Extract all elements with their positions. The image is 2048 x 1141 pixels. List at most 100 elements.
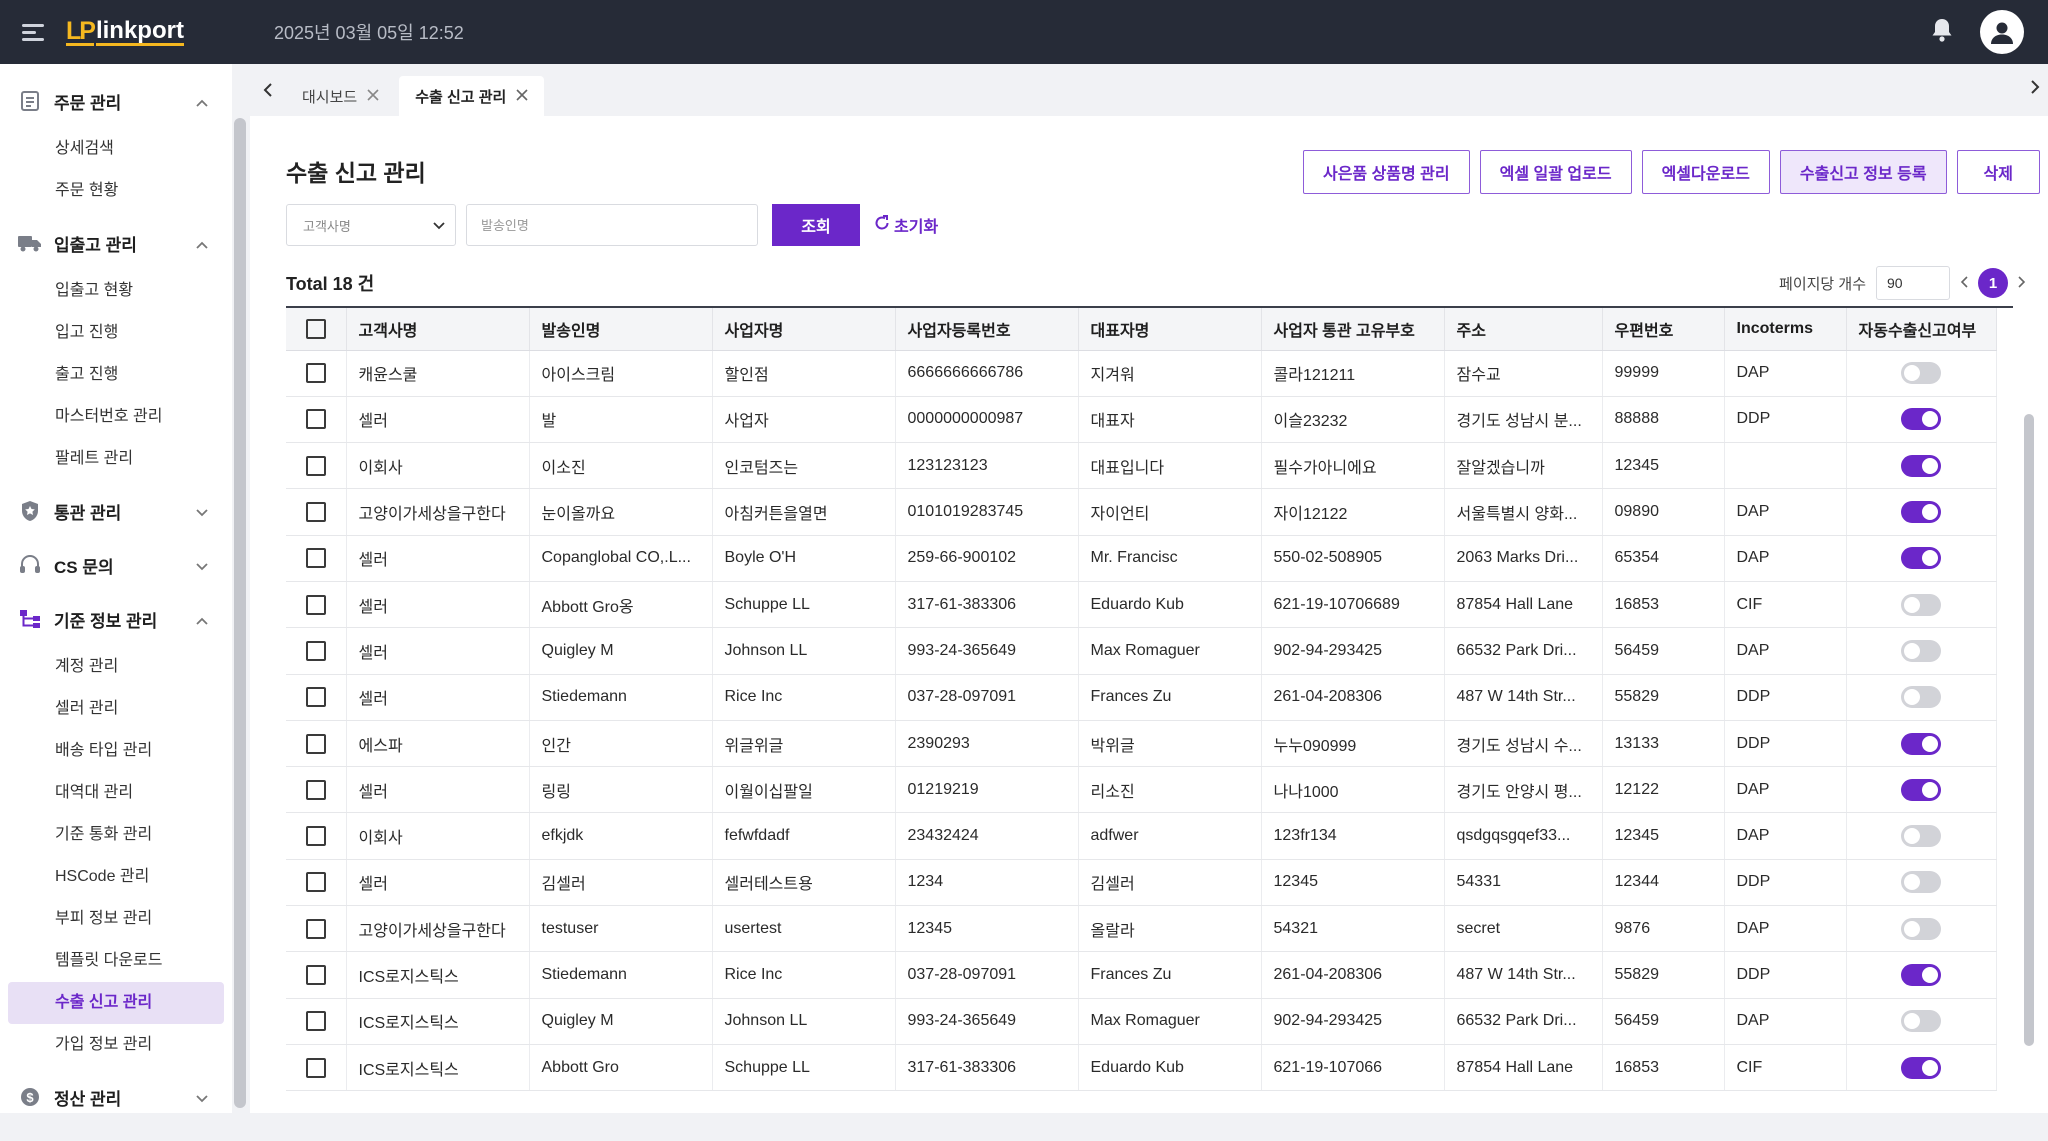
excel-upload-button[interactable]: 엑셀 일괄 업로드 <box>1479 150 1632 194</box>
auto-export-toggle[interactable] <box>1901 732 1941 755</box>
row-checkbox[interactable] <box>305 1057 326 1078</box>
sidebar-item-outbound[interactable]: 출고 진행 <box>0 354 232 396</box>
customer-select[interactable]: 고객사명 <box>286 204 456 246</box>
sender-input[interactable] <box>466 204 758 246</box>
sidebar-item-pallet[interactable]: 팔레트 관리 <box>0 438 232 480</box>
tab-dashboard[interactable]: 대시보드 <box>286 76 395 116</box>
table-row[interactable]: 에스파 인간 위글위글 2390293 박위글 누누090999 경기도 성남시 수... 1… <box>286 720 1997 768</box>
row-checkbox[interactable] <box>305 687 326 708</box>
sidebar-item-band[interactable]: 대역대 관리 <box>0 772 232 814</box>
row-checkbox[interactable] <box>305 872 326 893</box>
page-number-button[interactable]: 1 <box>1978 268 2008 298</box>
sidebar-item-export-declaration[interactable]: 수출 신고 관리 <box>8 982 224 1024</box>
bell-icon[interactable] <box>1930 17 1954 48</box>
row-checkbox[interactable] <box>305 363 326 384</box>
sidebar-group-settlement[interactable]: $ 정산 관리 <box>0 1070 232 1113</box>
table-row[interactable]: 셀러 Copanglobal CO,.L... Boyle O'H 259-66-90… <box>286 535 1997 582</box>
sidebar-item-inout-status[interactable]: 입출고 현황 <box>0 270 232 312</box>
auto-export-toggle[interactable] <box>1901 639 1941 662</box>
auto-export-toggle[interactable] <box>1901 408 1941 431</box>
sidebar-item-signup-info[interactable]: 가입 정보 관리 <box>0 1024 232 1066</box>
sidebar-group-customs[interactable]: 통관 관리 <box>0 484 232 538</box>
reset-button[interactable]: 초기화 <box>874 213 938 237</box>
excel-download-button[interactable]: 엑셀다운로드 <box>1641 150 1770 194</box>
sidebar-group-order[interactable]: 주문 관리 <box>0 74 232 128</box>
sidebar-group-master-data[interactable]: 기준 정보 관리 <box>0 592 232 646</box>
column-header[interactable]: 자동수출신고여부 <box>1846 308 1997 351</box>
auto-export-toggle[interactable] <box>1901 362 1941 385</box>
logo[interactable]: LP linkport <box>66 12 184 52</box>
avatar[interactable] <box>1980 10 2024 54</box>
row-checkbox[interactable] <box>305 918 326 939</box>
table-row[interactable]: 고양이가세상을구한다 testuser usertest 12345 올랄라 54321 s… <box>286 905 1997 953</box>
sidebar-item-account[interactable]: 계정 관리 <box>0 646 232 688</box>
table-row[interactable]: ICS로지스틱스 Stiedemann Rice Inc 037-28-097091 F… <box>286 951 1997 999</box>
sidebar-item-hscode[interactable]: HSCode 관리 <box>0 856 232 898</box>
sidebar-item-volume[interactable]: 부피 정보 관리 <box>0 898 232 940</box>
column-header[interactable]: 주소 <box>1444 308 1603 351</box>
sidebar-item-seller[interactable]: 셀러 관리 <box>0 688 232 730</box>
register-export-button[interactable]: 수출신고 정보 등록 <box>1779 150 1947 194</box>
auto-export-toggle[interactable] <box>1901 454 1941 477</box>
column-header[interactable]: Incoterms <box>1724 308 1847 351</box>
row-checkbox[interactable] <box>305 779 326 800</box>
auto-export-toggle[interactable] <box>1901 917 1941 940</box>
table-row[interactable]: 셀러 김셀러 셀러테스트용 1234 김셀러 12345 54331 12344 DDP <box>286 859 1997 907</box>
row-checkbox[interactable] <box>305 826 326 847</box>
auto-export-toggle[interactable] <box>1901 501 1941 524</box>
auto-export-toggle[interactable] <box>1901 871 1941 894</box>
row-checkbox[interactable] <box>305 594 326 615</box>
search-button[interactable]: 조회 <box>772 204 860 246</box>
select-all-checkbox[interactable] <box>305 318 326 339</box>
sidebar-item-template-download[interactable]: 템플릿 다운로드 <box>0 940 232 982</box>
menu-collapse-icon[interactable] <box>22 22 46 42</box>
column-header[interactable]: 대표자명 <box>1078 308 1262 351</box>
table-row[interactable]: 셀러 링링 이월이십팔일 01219219 리소진 나나1000 경기도 안양시 평... 1… <box>286 766 1997 814</box>
sidebar-item-currency[interactable]: 기준 통화 관리 <box>0 814 232 856</box>
auto-export-toggle[interactable] <box>1901 1056 1941 1079</box>
row-checkbox[interactable] <box>305 409 326 430</box>
auto-export-toggle[interactable] <box>1901 686 1941 709</box>
table-scrollbar[interactable] <box>2024 414 2034 1046</box>
row-checkbox[interactable] <box>305 640 326 661</box>
auto-export-toggle[interactable] <box>1901 547 1941 570</box>
table-row[interactable]: 셀러 Abbott Gro옹 Schuppe LL 317-61-383306 Edua… <box>286 581 1997 629</box>
column-header[interactable]: 사업자등록번호 <box>895 308 1079 351</box>
sidebar-item-delivery-type[interactable]: 배송 타입 관리 <box>0 730 232 772</box>
auto-export-toggle[interactable] <box>1901 778 1941 801</box>
table-row[interactable]: 셀러 Quigley M Johnson LL 993-24-365649 Max Ro… <box>286 627 1997 675</box>
delete-button[interactable]: 삭제 <box>1956 150 2040 194</box>
close-icon[interactable] <box>516 88 528 105</box>
table-row[interactable]: 이회사 이소진 인코텀즈는 123123123 대표입니다 필수가아니에요 잘알겠습니까 12… <box>286 442 1997 490</box>
sidebar-item-detail-search[interactable]: 상세검색 <box>0 128 232 170</box>
auto-export-toggle[interactable] <box>1901 1010 1941 1033</box>
auto-export-toggle[interactable] <box>1901 964 1941 986</box>
column-header[interactable]: 사업자 통관 고유부호 <box>1261 308 1445 351</box>
row-checkbox[interactable] <box>305 502 326 523</box>
column-header[interactable]: 우편번호 <box>1602 308 1725 351</box>
table-row[interactable]: 셀러 발 사업자 0000000000987 대표자 이슬23232 경기도 성남시 분..… <box>286 396 1997 444</box>
tab-scroll-right-icon[interactable] <box>2030 80 2040 99</box>
row-checkbox[interactable] <box>305 455 326 476</box>
table-row[interactable]: 셀러 Stiedemann Rice Inc 037-28-097091 Frances… <box>286 674 1997 721</box>
tab-scroll-left-icon[interactable] <box>250 64 286 116</box>
tab-export-declaration[interactable]: 수출 신고 관리 <box>399 76 545 116</box>
column-header[interactable]: 발송인명 <box>529 308 713 351</box>
auto-export-toggle[interactable] <box>1901 593 1941 616</box>
column-header[interactable]: 고객사명 <box>346 308 530 351</box>
row-checkbox[interactable] <box>305 1011 326 1032</box>
sidebar-item-master-number[interactable]: 마스터번호 관리 <box>0 396 232 438</box>
prev-page-icon[interactable] <box>1960 275 1968 292</box>
table-row[interactable]: 캐윤스쿨 아이스크림 할인점 6666666666786 지겨워 콜라121211 잠수교 9… <box>286 350 1997 397</box>
table-row[interactable]: 이회사 efkjdk fefwfdadf 23432424 adfwer 123fr134… <box>286 812 1997 860</box>
sidebar-scrollbar[interactable] <box>234 118 246 1108</box>
table-row[interactable]: ICS로지스틱스 Abbott Gro Schuppe LL 317-61-38330… <box>286 1044 1997 1092</box>
sidebar-group-inout[interactable]: 입출고 관리 <box>0 216 232 270</box>
row-checkbox[interactable] <box>305 965 326 985</box>
table-row[interactable]: ICS로지스틱스 Quigley M Johnson LL 993-24-365649… <box>286 998 1997 1045</box>
table-row[interactable]: 고양이가세상을구한다 눈이올까요 아침커튼을열면 0101019283745 자이언티 자… <box>286 488 1997 536</box>
gift-product-name-button[interactable]: 사은품 상품명 관리 <box>1302 150 1470 194</box>
column-header[interactable]: 사업자명 <box>712 308 896 351</box>
sidebar-item-order-status[interactable]: 주문 현황 <box>0 170 232 212</box>
row-checkbox[interactable] <box>305 548 326 569</box>
